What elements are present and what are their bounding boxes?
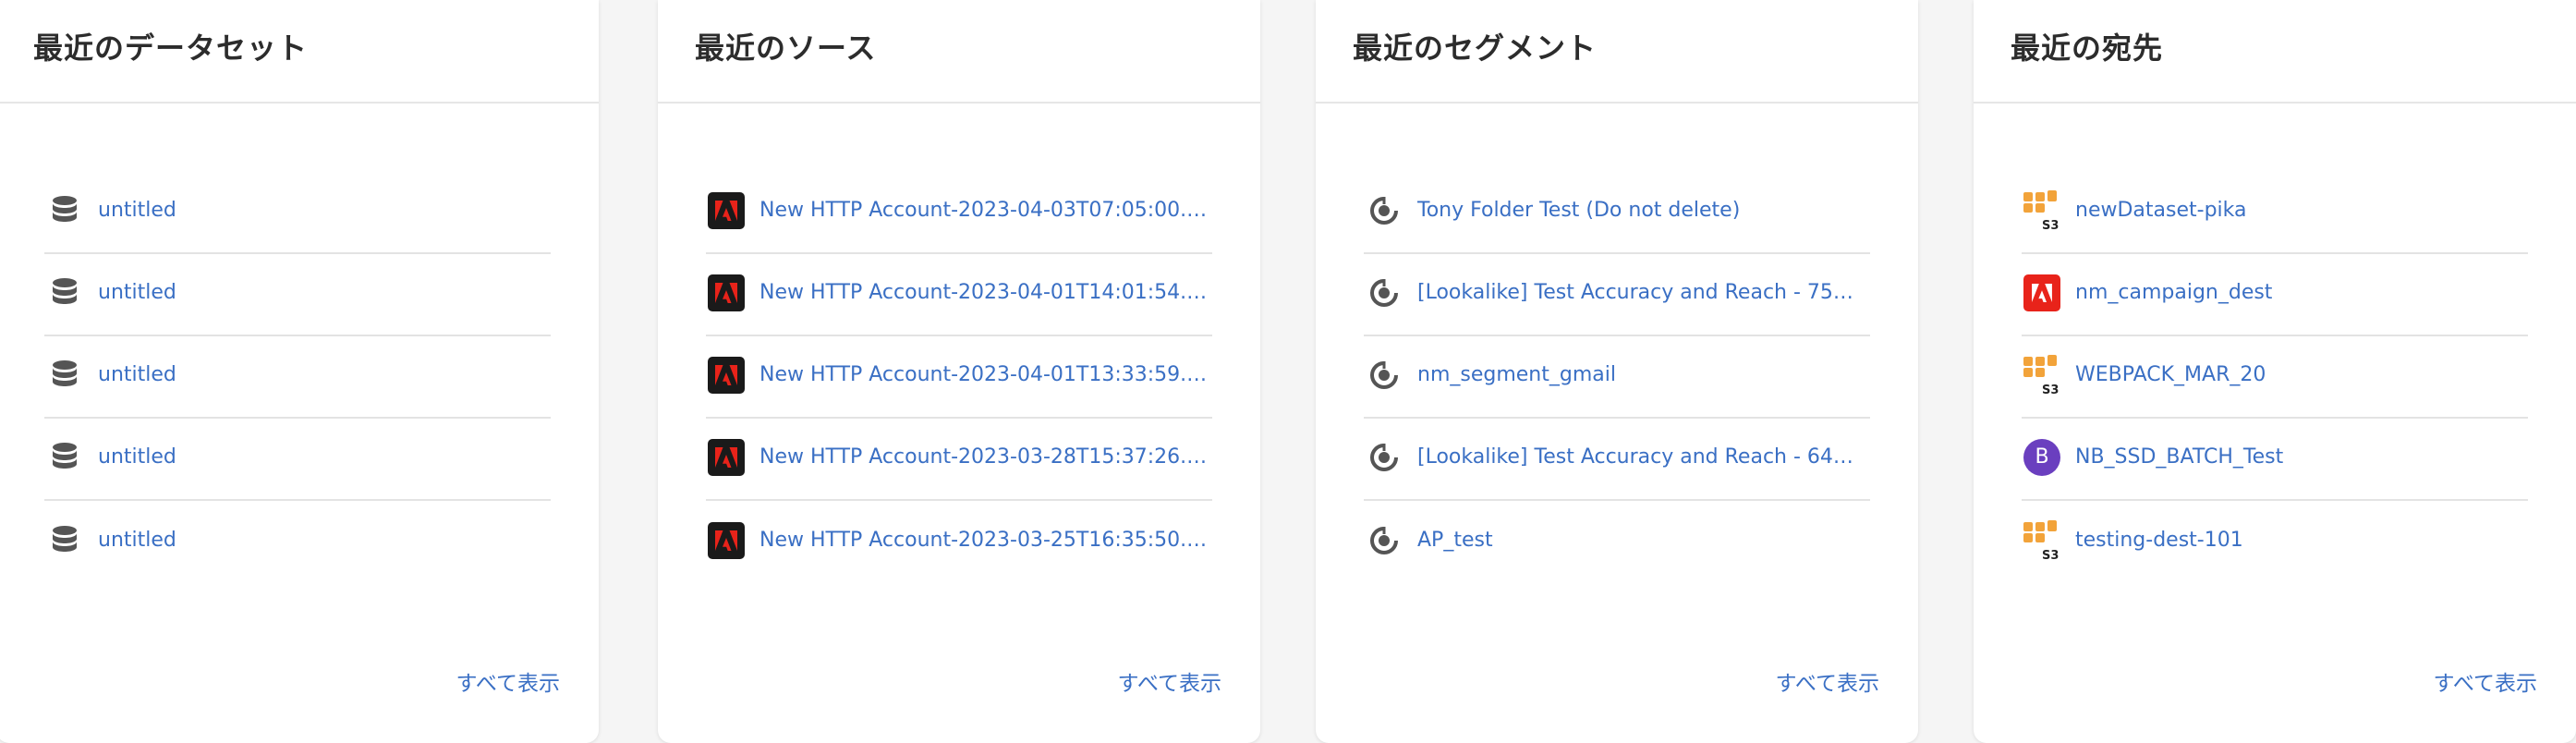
source-link[interactable]: New HTTP Account-2023-04-01T13:33:59.913… [759, 363, 1212, 386]
list-item[interactable]: S3 testing-dest-101 [2022, 501, 2528, 583]
view-all-link[interactable]: すべて表示 [1118, 665, 1221, 697]
card-title: 最近のセグメント [1353, 30, 1598, 66]
dataset-link[interactable]: untitled [98, 529, 176, 552]
letter-b-icon: B [2022, 437, 2062, 478]
adobe-icon [706, 273, 747, 313]
source-link[interactable]: New HTTP Account-2023-03-25T16:35:50.324… [759, 529, 1212, 552]
segment-link[interactable]: nm_segment_gmail [1417, 363, 1616, 386]
segment-link[interactable]: AP_test [1417, 529, 1493, 552]
source-link[interactable]: New HTTP Account-2023-03-28T15:37:26.194… [759, 445, 1212, 469]
list-item[interactable]: untitled [44, 419, 551, 501]
adobe-red-icon [2022, 273, 2062, 313]
list-item[interactable]: B NB_SSD_BATCH_Test [2022, 419, 2528, 501]
card-title: 最近の宛先 [2011, 30, 2164, 66]
list-item[interactable]: AP_test [1364, 501, 1870, 583]
adobe-icon [706, 520, 747, 561]
list-item[interactable]: S3 WEBPACK_MAR_20 [2022, 336, 2528, 419]
avatar: B [2023, 438, 2060, 476]
list-item[interactable]: nm_campaign_dest [2022, 254, 2528, 336]
source-link[interactable]: New HTTP Account-2023-04-01T14:01:54.246… [759, 281, 1212, 304]
card-header: 最近のソース [658, 0, 1260, 104]
recent-items-board: 最近のデータセット untitled untitled untitled unt… [0, 0, 2576, 743]
aws-s3-icon: S3 [2022, 354, 2062, 396]
segment-link[interactable]: [Lookalike] Test Accuracy and Reach - 75… [1417, 281, 1870, 304]
dataset-link[interactable]: untitled [98, 445, 176, 469]
recent-segments-card: 最近のセグメント Tony Folder Test (Do not delete… [1316, 0, 1918, 743]
list-item[interactable]: [Lookalike] Test Accuracy and Reach - 75… [1364, 254, 1870, 336]
dataset-link[interactable]: untitled [98, 281, 176, 304]
segment-icon [1364, 437, 1404, 478]
destination-link[interactable]: nm_campaign_dest [2075, 281, 2272, 304]
aws-s3-icon: S3 [2022, 189, 2062, 231]
segment-icon [1364, 520, 1404, 561]
svg-text:S3: S3 [2042, 549, 2059, 561]
list-item[interactable]: New HTTP Account-2023-03-28T15:37:26.194… [706, 419, 1212, 501]
list-item[interactable]: nm_segment_gmail [1364, 336, 1870, 419]
database-icon [44, 273, 85, 313]
adobe-icon [706, 437, 747, 478]
view-all-link[interactable]: すべて表示 [2434, 665, 2537, 697]
svg-text:S3: S3 [2042, 384, 2059, 396]
view-all-link[interactable]: すべて表示 [456, 665, 560, 697]
dataset-link[interactable]: untitled [98, 199, 176, 222]
list-item[interactable]: [Lookalike] Test Accuracy and Reach - 64… [1364, 419, 1870, 501]
svg-text:S3: S3 [2042, 219, 2059, 231]
list-item[interactable]: untitled [44, 336, 551, 419]
database-icon [44, 520, 85, 561]
card-title: 最近のデータセット [33, 30, 309, 66]
card-header: 最近のデータセット [0, 0, 599, 104]
card-title: 最近のソース [695, 30, 877, 66]
list-item[interactable]: untitled [44, 501, 551, 583]
destination-link[interactable]: testing-dest-101 [2075, 529, 2243, 552]
destination-list: S3 newDataset-pika nm_campaign_dest S3 W… [2022, 172, 2528, 583]
database-icon [44, 355, 85, 396]
adobe-icon [706, 355, 747, 396]
segment-icon [1364, 190, 1404, 231]
destination-link[interactable]: newDataset-pika [2075, 199, 2246, 222]
adobe-icon [706, 190, 747, 231]
list-item[interactable]: New HTTP Account-2023-04-03T07:05:00.573… [706, 172, 1212, 254]
database-icon [44, 190, 85, 231]
segment-list: Tony Folder Test (Do not delete) [Lookal… [1364, 172, 1870, 583]
segment-icon [1364, 273, 1404, 313]
view-all-link[interactable]: すべて表示 [1776, 665, 1879, 697]
source-link[interactable]: New HTTP Account-2023-04-03T07:05:00.573… [759, 199, 1212, 222]
segment-link[interactable]: [Lookalike] Test Accuracy and Reach - 64… [1417, 445, 1870, 469]
dataset-link[interactable]: untitled [98, 363, 176, 386]
aws-s3-icon: S3 [2022, 519, 2062, 561]
destination-link[interactable]: WEBPACK_MAR_20 [2075, 363, 2266, 386]
database-icon [44, 437, 85, 478]
recent-destinations-card: 最近の宛先 S3 newDataset-pika nm_campaign_des… [1974, 0, 2576, 743]
list-item[interactable]: untitled [44, 254, 551, 336]
card-header: 最近の宛先 [1974, 0, 2576, 104]
source-list: New HTTP Account-2023-04-03T07:05:00.573… [706, 172, 1212, 583]
segment-link[interactable]: Tony Folder Test (Do not delete) [1417, 199, 1740, 222]
recent-sources-card: 最近のソース New HTTP Account-2023-04-03T07:05… [658, 0, 1260, 743]
list-item[interactable]: New HTTP Account-2023-04-01T13:33:59.913… [706, 336, 1212, 419]
card-header: 最近のセグメント [1316, 0, 1918, 104]
list-item[interactable]: New HTTP Account-2023-03-25T16:35:50.324… [706, 501, 1212, 583]
list-item[interactable]: New HTTP Account-2023-04-01T14:01:54.246… [706, 254, 1212, 336]
list-item[interactable]: S3 newDataset-pika [2022, 172, 2528, 254]
segment-icon [1364, 355, 1404, 396]
recent-datasets-card: 最近のデータセット untitled untitled untitled unt… [0, 0, 599, 743]
destination-link[interactable]: NB_SSD_BATCH_Test [2075, 445, 2283, 469]
list-item[interactable]: Tony Folder Test (Do not delete) [1364, 172, 1870, 254]
list-item[interactable]: untitled [44, 172, 551, 254]
dataset-list: untitled untitled untitled untitled unti… [44, 172, 551, 583]
